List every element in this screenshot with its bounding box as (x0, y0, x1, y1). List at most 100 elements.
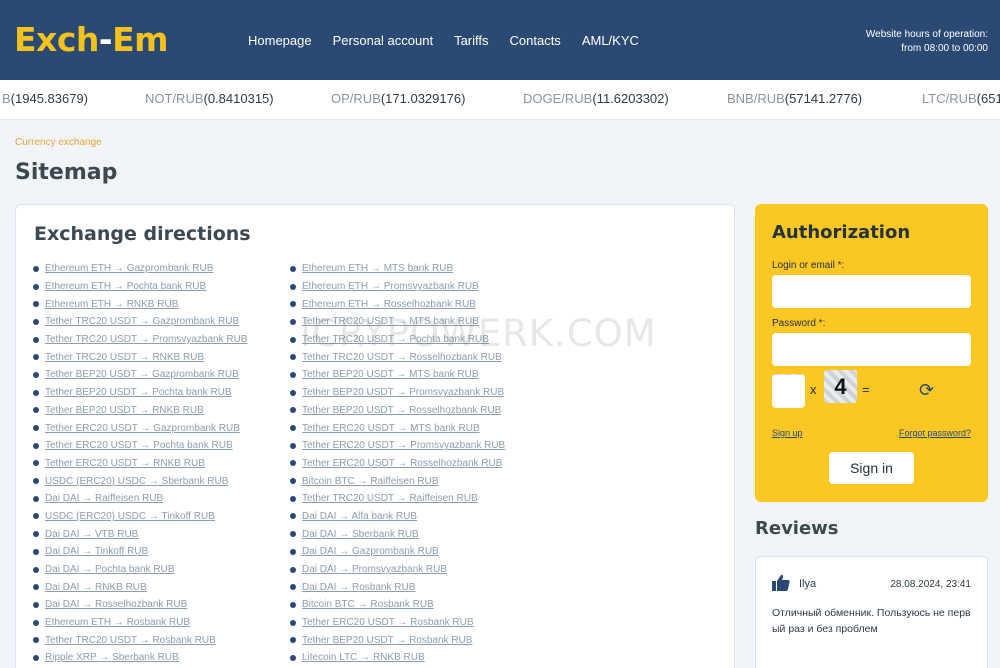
bullet-icon (290, 531, 296, 538)
bullet-icon (33, 354, 39, 361)
login-input[interactable] (772, 275, 971, 308)
bullet-icon (33, 283, 39, 290)
bullet-icon (290, 425, 296, 432)
direction-item: Dai DAI → Promsvyazbank RUB (290, 561, 505, 579)
ticker-item: DOGE/RUB(11.6203302) (523, 91, 669, 106)
direction-link[interactable]: Tether ERC20 USDT → Rosselhozbank RUB (302, 458, 502, 469)
bullet-icon (33, 389, 39, 396)
bullet-icon (33, 460, 39, 467)
thumbs-up-icon (772, 574, 790, 596)
direction-link[interactable]: Ethereum ETH → Gazprombank RUB (45, 263, 213, 274)
review-text: Отличный обменник. Пользуюсь не первый р… (772, 607, 971, 635)
direction-link[interactable]: Ethereum ETH → MTS bank RUB (302, 263, 453, 274)
bullet-icon (290, 354, 296, 361)
exchange-directions-panel: Exchange directions Ethereum ETH → Gazpr… (15, 204, 735, 668)
direction-item: Tether ERC20 USDT → Pochta bank RUB (33, 437, 247, 455)
refresh-captcha-icon[interactable]: ⟳ (919, 380, 934, 401)
direction-item: Dai DAI → Rosbank RUB (290, 578, 505, 596)
signup-link[interactable]: Sign up (772, 428, 803, 438)
direction-item: USDC (ERC20) USDC → Sberbank RUB (33, 472, 247, 490)
direction-link[interactable]: Tether BEP20 USDT → MTS bank RUB (302, 369, 479, 380)
direction-item: Tether TRC20 USDT → Rosselhozbank RUB (290, 348, 505, 366)
direction-link[interactable]: Tether TRC20 USDT → Gazprombank RUB (45, 316, 239, 327)
direction-link[interactable]: Dai DAI → VTB RUB (45, 529, 138, 540)
direction-link[interactable]: Dai DAI → Rosbank RUB (302, 582, 415, 593)
bullet-icon (33, 301, 39, 308)
signin-button[interactable]: Sign in (829, 452, 914, 484)
direction-link[interactable]: Ethereum ETH → RNKB RUB (45, 299, 178, 310)
nav-homepage[interactable]: Homepage (248, 33, 312, 48)
bullet-icon (33, 566, 39, 573)
direction-item: Tether ERC20 USDT → MTS bank RUB (290, 419, 505, 437)
bullet-icon (290, 566, 296, 573)
password-input[interactable] (772, 333, 971, 366)
direction-item: Tether TRC20 USDT → Raiffeisen RUB (290, 490, 505, 508)
direction-item: Dai DAI → Rosselhozbank RUB (33, 596, 247, 614)
ticker-item: B(1945.83679) (2, 91, 89, 106)
direction-link[interactable]: Dai DAI → Tinkoff RUB (45, 546, 148, 557)
direction-link[interactable]: Tether TRC20 USDT → RNKB RUB (45, 352, 204, 363)
direction-link[interactable]: Dai DAI → Rosselhozbank RUB (45, 599, 187, 610)
direction-link[interactable]: Litecoin LTC → RNKB RUB (302, 652, 425, 663)
direction-link[interactable]: Dai DAI → Pochta bank RUB (45, 564, 175, 575)
direction-link[interactable]: Dai DAI → RNKB RUB (45, 582, 147, 593)
direction-link[interactable]: Ethereum ETH → Rosbank RUB (45, 617, 190, 628)
direction-link[interactable]: Tether TRC20 USDT → Pochta bank RUB (302, 334, 489, 345)
nav-aml-kyc[interactable]: AML/KYC (582, 33, 639, 48)
direction-link[interactable]: Tether ERC20 USDT → Rosbank RUB (302, 617, 474, 628)
direction-link[interactable]: Tether ERC20 USDT → Pochta bank RUB (45, 440, 233, 451)
nav-contacts[interactable]: Contacts (510, 33, 561, 48)
direction-link[interactable]: Ethereum ETH → Rosselhozbank RUB (302, 299, 476, 310)
site-header: Exch-Em Homepage Personal account Tariff… (0, 0, 1000, 80)
direction-link[interactable]: USDC (ERC20) USDC → Sberbank RUB (45, 476, 228, 487)
direction-link[interactable]: Dai DAI → Gazprombank RUB (302, 546, 439, 557)
forgot-password-link[interactable]: Forgot password? (899, 428, 971, 438)
direction-link[interactable]: Tether TRC20 USDT → Promsvyazbank RUB (45, 334, 247, 345)
direction-link[interactable]: Dai DAI → Promsvyazbank RUB (302, 564, 447, 575)
bullet-icon (33, 513, 39, 520)
password-label: Password *: (772, 318, 826, 329)
direction-item: Ethereum ETH → Rosselhozbank RUB (290, 295, 505, 313)
direction-link[interactable]: Tether ERC20 USDT → Promsvyazbank RUB (302, 440, 505, 451)
direction-link[interactable]: Tether ERC20 USDT → MTS bank RUB (302, 423, 480, 434)
direction-link[interactable]: Tether BEP20 USDT → Pochta bank RUB (45, 387, 232, 398)
direction-link[interactable]: Tether BEP20 USDT → Gazprombank RUB (45, 369, 239, 380)
review-author: Ilya (799, 578, 817, 590)
breadcrumb[interactable]: Currency exchange (15, 137, 102, 148)
direction-item: Tether BEP20 USDT → Promsvyazbank RUB (290, 384, 505, 402)
direction-link[interactable]: Dai DAI → Raiffeisen RUB (45, 493, 163, 504)
direction-link[interactable]: Tether TRC20 USDT → Raiffeisen RUB (302, 493, 478, 504)
direction-item: Tether TRC20 USDT → Pochta bank RUB (290, 331, 505, 349)
direction-link[interactable]: Tether BEP20 USDT → Rosselhozbank RUB (302, 405, 501, 416)
direction-item: Dai DAI → VTB RUB (33, 525, 247, 543)
direction-link[interactable]: Ethereum ETH → Promsvyazbank RUB (302, 281, 479, 292)
direction-link[interactable]: Tether TRC20 USDT → Rosbank RUB (45, 635, 216, 646)
direction-link[interactable]: Tether ERC20 USDT → RNKB RUB (45, 458, 205, 469)
nav-personal-account[interactable]: Personal account (333, 33, 433, 48)
captcha-answer-input[interactable] (772, 375, 805, 408)
direction-link[interactable]: Dai DAI → Sberbank RUB (302, 529, 419, 540)
direction-link[interactable]: USDC (ERC20) USDC → Tinkoff RUB (45, 511, 215, 522)
bullet-icon (33, 601, 39, 608)
logo[interactable]: Exch-Em (14, 20, 169, 59)
panel-title: Exchange directions (34, 223, 251, 245)
direction-link[interactable]: Bitcoin BTC → Raiffeisen RUB (302, 476, 439, 487)
direction-link[interactable]: Tether TRC20 USDT → Rosselhozbank RUB (302, 352, 502, 363)
bullet-icon (290, 654, 296, 661)
directions-right-column: Ethereum ETH → MTS bank RUB Ethereum ETH … (290, 260, 505, 667)
login-label: Login or email *: (772, 260, 845, 271)
direction-link[interactable]: Tether BEP20 USDT → Rosbank RUB (302, 635, 472, 646)
direction-link[interactable]: Ethereum ETH → Pochta bank RUB (45, 281, 206, 292)
direction-link[interactable]: Tether ERC20 USDT → Gazprombank RUB (45, 423, 240, 434)
direction-link[interactable]: Bitcoin BTC → Rosbank RUB (302, 599, 434, 610)
nav-tariffs[interactable]: Tariffs (454, 33, 488, 48)
bullet-icon (290, 478, 296, 485)
direction-link[interactable]: Tether TRC20 USDT → MTS bank RUB (302, 316, 479, 327)
direction-link[interactable]: Tether BEP20 USDT → Promsvyazbank RUB (302, 387, 504, 398)
direction-link[interactable]: Dai DAI → Alfa bank RUB (302, 511, 417, 522)
direction-link[interactable]: Ripple XRP → Sberbank RUB (45, 652, 179, 663)
direction-link[interactable]: Tether BEP20 USDT → RNKB RUB (45, 405, 204, 416)
direction-item: Dai DAI → Gazprombank RUB (290, 543, 505, 561)
direction-item: Tether ERC20 USDT → Rosselhozbank RUB (290, 455, 505, 473)
bullet-icon (33, 654, 39, 661)
